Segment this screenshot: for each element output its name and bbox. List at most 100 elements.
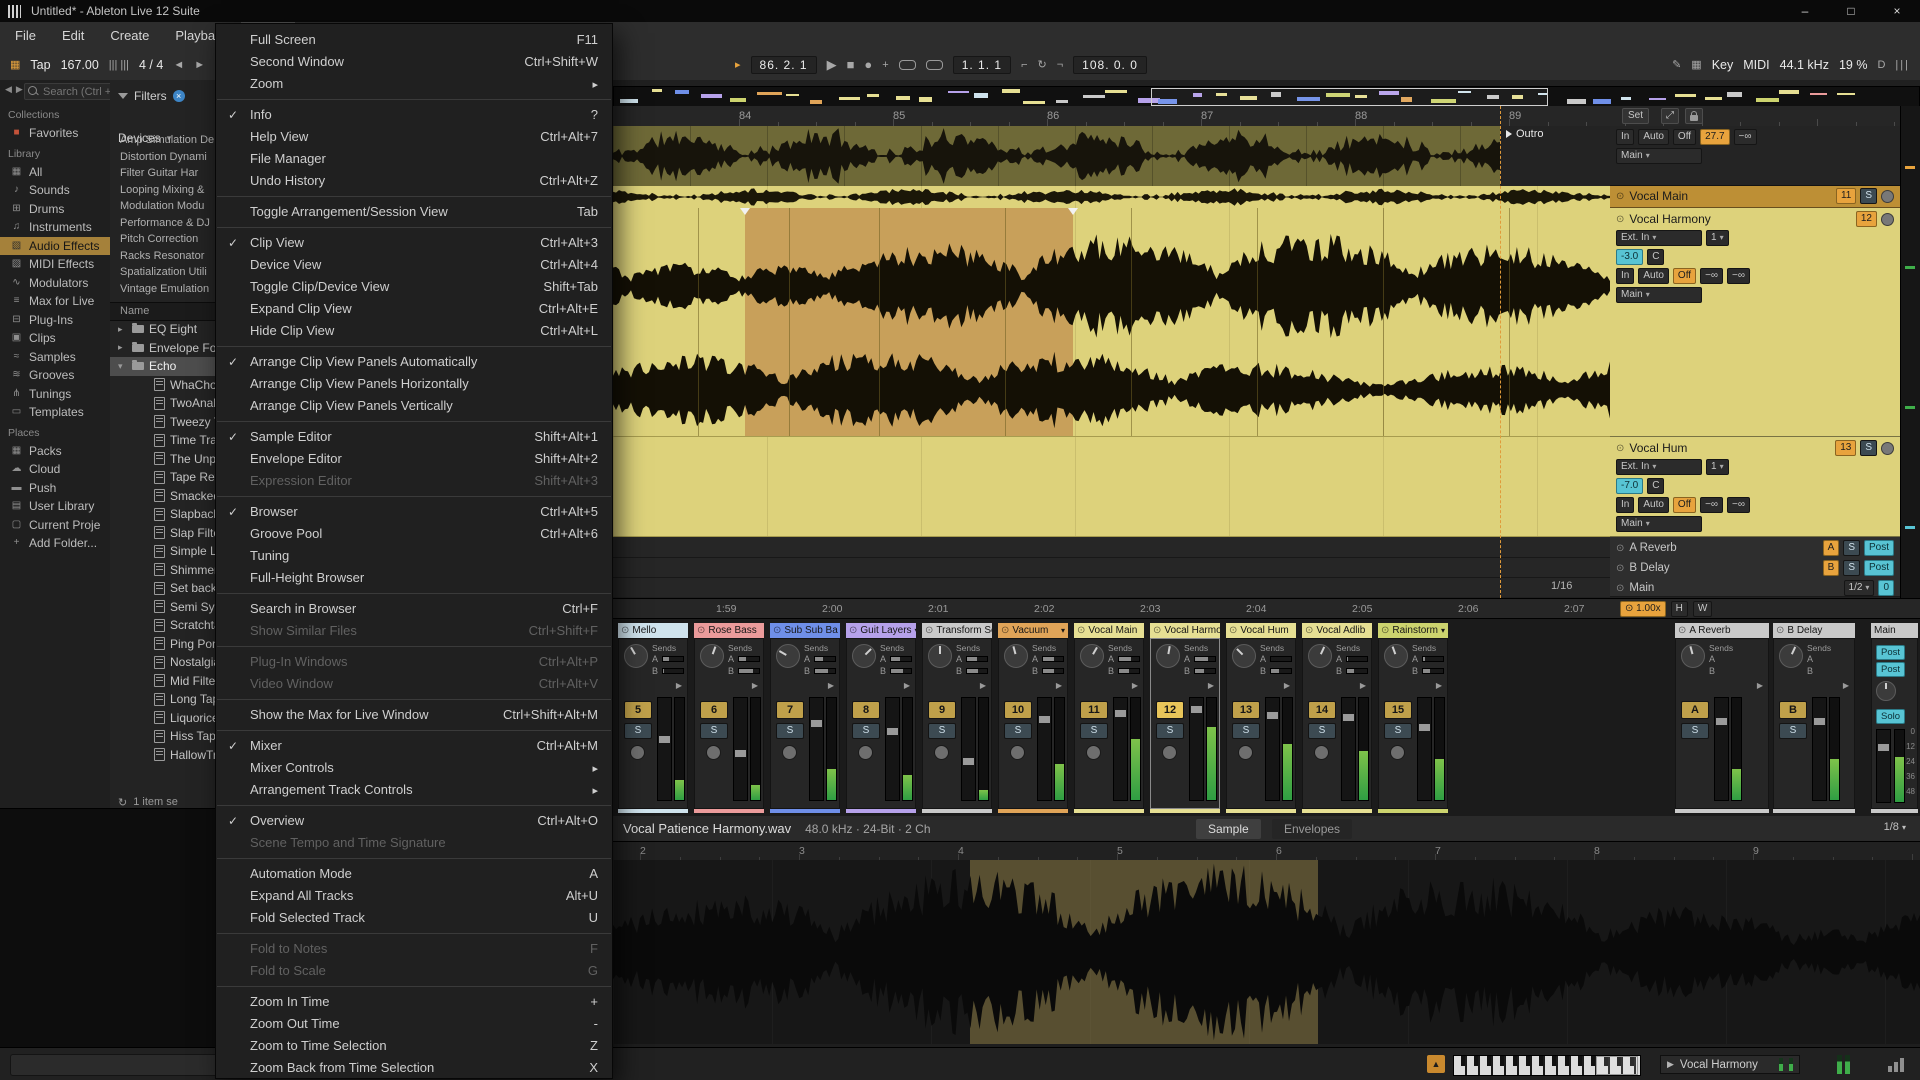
solo-button[interactable]: S bbox=[776, 723, 804, 739]
sample-ruler[interactable]: 23456789 bbox=[613, 842, 1920, 861]
menu-item-arrangement-track-controls[interactable]: Arrangement Track Controls▸ bbox=[216, 779, 612, 801]
tab-envelopes[interactable]: Envelopes bbox=[1272, 819, 1352, 839]
menubar-item-file[interactable]: File bbox=[2, 22, 49, 49]
overdub-icon[interactable] bbox=[899, 60, 916, 70]
channel-name-header[interactable]: ⊙Sub Sub Ba▾ bbox=[770, 623, 840, 638]
mixer-return-b-delay[interactable]: ⊙B DelaySendsAB▶BS bbox=[1773, 623, 1855, 813]
header-chip-auto[interactable]: Auto bbox=[1638, 268, 1669, 284]
menu-item-show-the-max-for-live-window[interactable]: Show the Max for Live WindowCtrl+Shift+A… bbox=[216, 704, 612, 726]
send-a-knob[interactable] bbox=[1270, 656, 1292, 662]
sidebar-item-clips[interactable]: ▣Clips bbox=[0, 329, 110, 348]
tab-sample[interactable]: Sample bbox=[1196, 819, 1261, 839]
solo-button[interactable]: S bbox=[928, 723, 956, 739]
sidebar-item-samples[interactable]: ≈Samples bbox=[0, 348, 110, 367]
pan-knob[interactable] bbox=[1876, 681, 1896, 701]
volume-fader[interactable] bbox=[733, 697, 748, 801]
menubar-item-edit[interactable]: Edit bbox=[49, 22, 97, 49]
channel-name-header[interactable]: ⊙Vocal Hum bbox=[1226, 623, 1296, 638]
volume-fader[interactable] bbox=[657, 697, 672, 801]
pan-knob[interactable] bbox=[1681, 644, 1705, 668]
solo-button[interactable]: S bbox=[624, 723, 652, 739]
menu-item-second-window[interactable]: Second WindowCtrl+Shift+W bbox=[216, 51, 612, 73]
menu-item-mixer[interactable]: ✓MixerCtrl+Alt+M bbox=[216, 735, 612, 757]
menu-item-info[interactable]: ✓Info? bbox=[216, 104, 612, 126]
send-a-knob[interactable] bbox=[1042, 656, 1064, 662]
pan-knob[interactable] bbox=[1779, 644, 1803, 668]
post-toggle[interactable]: Post bbox=[1876, 645, 1905, 660]
track-header-vocal-main[interactable]: ⊙Vocal Main11S bbox=[1610, 186, 1900, 208]
menu-item-zoom-in-time[interactable]: Zoom In Time+ bbox=[216, 991, 612, 1013]
header-chip-1[interactable]: 1▾ bbox=[1706, 459, 1729, 475]
width-zoom-button[interactable]: W bbox=[1693, 601, 1712, 617]
arm-button[interactable] bbox=[1881, 190, 1894, 203]
volume-fader[interactable] bbox=[1037, 697, 1052, 801]
send-b-knob[interactable] bbox=[1194, 668, 1216, 674]
header-chip-7-0[interactable]: -7.0 bbox=[1616, 478, 1643, 494]
menu-item-search-in-browser[interactable]: Search in BrowserCtrl+F bbox=[216, 598, 612, 620]
sidebar-item-current-proje[interactable]: ▢Current Proje bbox=[0, 516, 110, 535]
mixer-channel-transform-se[interactable]: ⊙Transform SeSendsAB▶9S bbox=[922, 623, 992, 813]
return-name-header[interactable]: ⊙B Delay bbox=[1773, 623, 1855, 638]
channel-name-header[interactable]: ⊙Rose Bass bbox=[694, 623, 764, 638]
track-header-vocal-hum[interactable]: ⊙Vocal Hum13SExt. In▾1▾-7.0CInAutoOff−∞−… bbox=[1610, 437, 1900, 537]
volume-fader[interactable] bbox=[1714, 697, 1729, 801]
time-ruler[interactable]: 1:592:002:012:022:032:042:052:062:07 bbox=[613, 598, 1610, 619]
close-button[interactable]: × bbox=[1874, 0, 1920, 22]
header-chip-[interactable]: −∞ bbox=[1700, 268, 1723, 284]
send-a-knob[interactable] bbox=[1118, 656, 1140, 662]
track-play-icon[interactable]: ▶ bbox=[1284, 681, 1290, 690]
performance-bars-icon[interactable] bbox=[1888, 1057, 1904, 1072]
channel-name-header[interactable]: ⊙Mello bbox=[618, 623, 688, 638]
track-number-button[interactable]: 14 bbox=[1308, 701, 1336, 719]
mixer-channel-vocal-harmony[interactable]: ⊙Vocal HarmonySendsAB▶12S bbox=[1150, 623, 1220, 813]
mixer-channel-rainstorm[interactable]: ⊙Rainstorm▾SendsAB▶15S bbox=[1378, 623, 1448, 813]
menu-item-expand-clip-view[interactable]: Expand Clip ViewCtrl+Alt+E bbox=[216, 298, 612, 320]
channel-name-header[interactable]: ⊙Vocal Main bbox=[1074, 623, 1144, 638]
menu-item-full-height-browser[interactable]: Full-Height Browser bbox=[216, 567, 612, 589]
track-play-icon[interactable]: ▶ bbox=[1843, 681, 1849, 690]
pan-knob[interactable] bbox=[928, 644, 952, 668]
height-zoom-button[interactable]: H bbox=[1671, 601, 1688, 617]
header-chip-post[interactable]: Post bbox=[1864, 560, 1894, 576]
follow-icon[interactable]: ▸ bbox=[735, 58, 741, 71]
playback-speed-chip[interactable]: ⊙ 1.00x bbox=[1620, 601, 1666, 617]
sidebar-item-drums[interactable]: ⊞Drums bbox=[0, 200, 110, 219]
volume-fader[interactable] bbox=[1113, 697, 1128, 801]
send-a-knob[interactable] bbox=[1422, 656, 1444, 662]
post-toggle[interactable]: Post bbox=[1876, 662, 1905, 677]
track-play-icon[interactable]: ▶ bbox=[752, 681, 758, 690]
mixer-channel-sub-sub-ba[interactable]: ⊙Sub Sub Ba▾SendsAB▶7S bbox=[770, 623, 840, 813]
track-play-icon[interactable]: ▶ bbox=[1056, 681, 1062, 690]
send-a-knob[interactable] bbox=[1194, 656, 1216, 662]
header-chip-s[interactable]: S bbox=[1843, 540, 1860, 556]
send-b-knob[interactable] bbox=[738, 668, 760, 674]
sidebar-item-packs[interactable]: ▦Packs bbox=[0, 442, 110, 461]
mixer-channel-rose-bass[interactable]: ⊙Rose BassSendsAB▶6S bbox=[694, 623, 764, 813]
return-name-header[interactable]: ⊙A Reverb bbox=[1675, 623, 1769, 638]
header-chip-main[interactable]: Main▾ bbox=[1616, 516, 1702, 532]
follow-grid-icon[interactable]: ▦ bbox=[1691, 58, 1701, 71]
menu-item-tuning[interactable]: Tuning bbox=[216, 545, 612, 567]
solo-button[interactable]: S bbox=[1156, 723, 1184, 739]
menu-item-clip-view[interactable]: ✓Clip ViewCtrl+Alt+3 bbox=[216, 232, 612, 254]
midi-map-button[interactable]: MIDI bbox=[1743, 58, 1769, 72]
menu-item-arrange-clip-view-panels-vertically[interactable]: Arrange Clip View Panels Vertically bbox=[216, 395, 612, 417]
menu-item-arrange-clip-view-panels-automatically[interactable]: ✓Arrange Clip View Panels Automatically bbox=[216, 351, 612, 373]
header-chip-1[interactable]: 1▾ bbox=[1706, 230, 1729, 246]
track-number-button[interactable]: 6 bbox=[700, 701, 728, 719]
selection-start-marker[interactable] bbox=[740, 208, 750, 215]
sidebar-item-user-library[interactable]: ▤User Library bbox=[0, 497, 110, 516]
track-play-icon[interactable]: ▶ bbox=[1360, 681, 1366, 690]
disk-overload-indicator[interactable]: D bbox=[1877, 59, 1885, 71]
arm-button[interactable] bbox=[630, 745, 645, 760]
arm-button[interactable] bbox=[858, 745, 873, 760]
arm-button[interactable] bbox=[1314, 745, 1329, 760]
nudge-forward-icon[interactable]: ► bbox=[194, 59, 205, 71]
plus-icon[interactable]: + bbox=[882, 59, 888, 71]
mini-keyboard[interactable] bbox=[1453, 1055, 1641, 1076]
track-number-button[interactable]: 12 bbox=[1156, 701, 1184, 719]
mixer-return-a-reverb[interactable]: ⊙A ReverbSendsAB▶AS bbox=[1675, 623, 1769, 813]
track-number-button[interactable]: 10 bbox=[1004, 701, 1032, 719]
send-b-knob[interactable] bbox=[662, 668, 684, 674]
channel-name-header[interactable]: ⊙Transform Se bbox=[922, 623, 992, 638]
